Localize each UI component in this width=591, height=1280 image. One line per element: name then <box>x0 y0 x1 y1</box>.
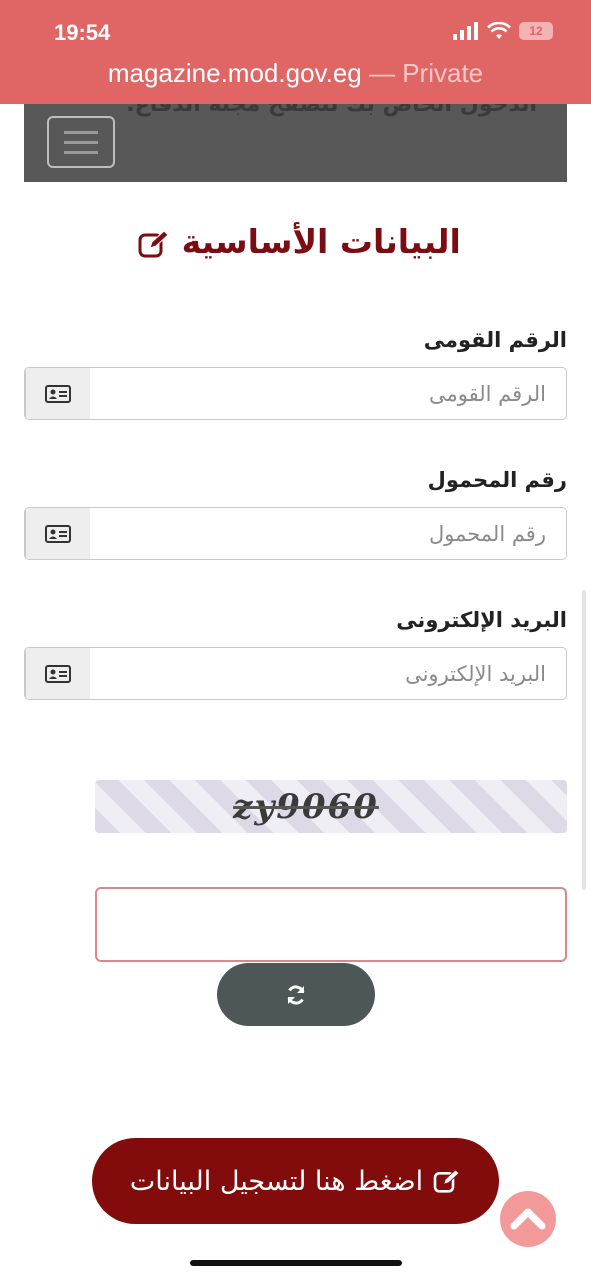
refresh-captcha-button[interactable] <box>217 963 375 1026</box>
id-card-addon <box>25 508 90 559</box>
captcha-input[interactable] <box>95 887 567 962</box>
scroll-to-top-button[interactable] <box>500 1191 556 1247</box>
national-id-group <box>24 367 567 420</box>
submit-button[interactable]: اضغط هنا لتسجيل البيانات <box>92 1138 499 1224</box>
battery-icon: 12 <box>519 22 553 40</box>
private-label: — Private <box>368 58 484 88</box>
id-card-addon <box>25 648 90 699</box>
chevron-up-icon <box>510 1208 546 1230</box>
id-card-icon <box>45 524 71 543</box>
clock: 19:54 <box>54 20 111 45</box>
section-title-text: البيانات الأساسية <box>181 222 461 261</box>
menu-toggle-button[interactable] <box>47 116 115 168</box>
email-group <box>24 647 567 700</box>
browser-status-bar: 19:54 12 magazine.mod.gov.eg — Private <box>0 0 591 104</box>
scrollbar[interactable] <box>582 590 586 890</box>
wifi-icon <box>487 22 511 39</box>
id-card-icon <box>45 384 71 403</box>
url-host: magazine.mod.gov.eg <box>107 58 362 88</box>
url-bar[interactable]: magazine.mod.gov.eg — Private <box>0 58 591 89</box>
edit-icon <box>138 229 169 257</box>
email-input[interactable] <box>90 648 566 699</box>
mobile-group <box>24 507 567 560</box>
mobile-label: رقم المحمول <box>427 468 567 492</box>
status-icons: 12 <box>453 22 553 40</box>
hamburger-icon <box>64 130 98 134</box>
national-id-input[interactable] <box>90 368 566 419</box>
section-title: البيانات الأساسية <box>0 222 591 261</box>
navbar-text: الدخول الخاص بك لتصفح مجلة الدفاع. <box>126 104 537 117</box>
id-card-icon <box>45 664 71 683</box>
battery-level: 12 <box>529 24 543 38</box>
refresh-icon <box>287 984 305 1005</box>
captcha-image: zy9060 <box>95 780 567 833</box>
edit-icon <box>433 1169 460 1193</box>
submit-button-label: اضغط هنا لتسجيل البيانات <box>129 1165 424 1197</box>
email-label: البريد الإلكترونى <box>396 608 567 632</box>
site-navbar: الدخول الخاص بك لتصفح مجلة الدفاع. <box>24 104 567 182</box>
captcha-text: zy9060 <box>233 786 379 827</box>
home-indicator[interactable] <box>190 1260 402 1266</box>
cellular-signal-icon <box>453 22 478 40</box>
id-card-addon <box>25 368 90 419</box>
national-id-label: الرقم القومى <box>423 328 567 352</box>
mobile-input[interactable] <box>90 508 566 559</box>
